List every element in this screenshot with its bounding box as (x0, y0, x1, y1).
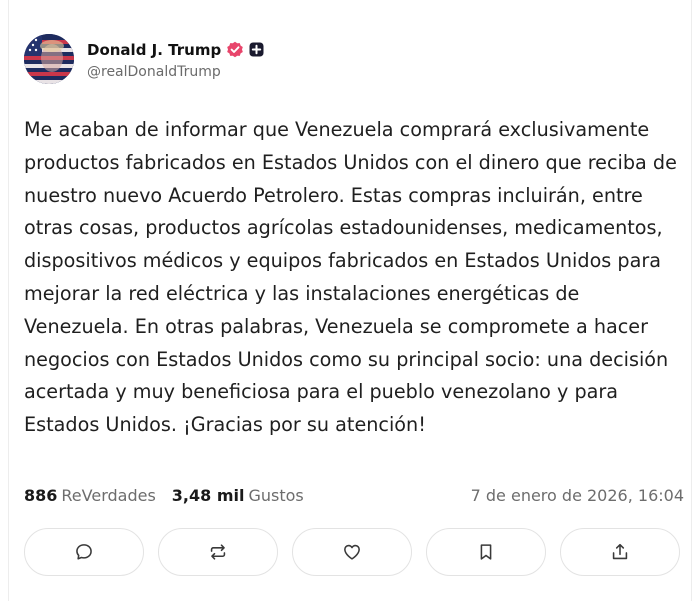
comment-icon (76, 544, 92, 560)
handle[interactable]: @realDonaldTrump (87, 64, 264, 80)
share-icon (612, 543, 628, 560)
bookmark-button[interactable] (426, 528, 546, 576)
reposts-count: 886 (24, 486, 58, 505)
repost-icon (210, 544, 226, 560)
reposts-label: ReVerdades (61, 486, 156, 505)
avatar[interactable] (24, 34, 74, 84)
likes-count: 3,48 mil (171, 486, 245, 505)
verified-badge-icon (227, 41, 243, 57)
post-card: Donald J. Trump @realDonaldTrump Me acab… (8, 0, 692, 601)
heart-icon (344, 544, 360, 560)
repost-button[interactable] (158, 528, 278, 576)
reply-button[interactable] (24, 528, 144, 576)
post-header: Donald J. Trump @realDonaldTrump (24, 33, 264, 85)
flag-portrait-avatar-icon (24, 34, 74, 84)
reposts-stat[interactable]: 886 ReVerdades (24, 486, 156, 505)
likes-stat[interactable]: 3,48 mil Gustos (172, 486, 304, 505)
post-stats: 886 ReVerdades 3,48 mil Gustos 7 de enero … (24, 486, 684, 505)
share-button[interactable] (560, 528, 680, 576)
plus-badge-icon (249, 42, 264, 57)
action-bar (24, 528, 680, 576)
post-date[interactable]: 7 de enero de 2026, 16:04 (471, 486, 684, 505)
bookmark-icon (480, 544, 492, 560)
display-name[interactable]: Donald J. Trump (87, 41, 221, 59)
like-button[interactable] (292, 528, 412, 576)
likes-label: Gustos (248, 486, 304, 505)
post-text: Me acaban de informar que Venezuela comp… (24, 118, 677, 437)
